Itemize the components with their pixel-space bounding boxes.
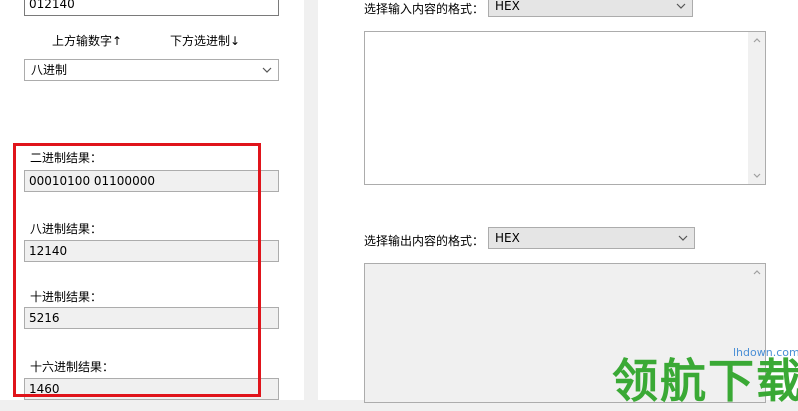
scroll-down-icon[interactable] bbox=[752, 171, 761, 180]
output-format-select[interactable]: HEX bbox=[488, 227, 695, 249]
highlight-box bbox=[13, 143, 261, 397]
base-select-value: 八进制 bbox=[31, 63, 68, 77]
output-format-value: HEX bbox=[495, 231, 520, 245]
chevron-down-icon bbox=[262, 60, 272, 80]
scroll-up-icon[interactable] bbox=[752, 36, 761, 45]
input-scrollbar[interactable] bbox=[748, 32, 765, 184]
down-select-hint: 下方选进制↓ bbox=[170, 34, 241, 48]
chevron-down-icon bbox=[678, 228, 688, 248]
input-format-value: HEX bbox=[495, 0, 520, 13]
scroll-up-icon[interactable] bbox=[752, 268, 761, 277]
input-textarea[interactable] bbox=[364, 31, 766, 185]
watermark-logo: 领航下载 bbox=[612, 354, 798, 408]
output-format-label: 选择输出内容的格式： bbox=[364, 234, 485, 248]
up-input-hint: 上方输数字↑ bbox=[52, 34, 123, 48]
base-select[interactable]: 八进制 bbox=[24, 59, 279, 81]
input-format-select[interactable]: HEX bbox=[488, 0, 693, 17]
number-input[interactable]: 012140 bbox=[24, 0, 279, 16]
chevron-down-icon bbox=[676, 0, 686, 16]
input-format-label: 选择输入内容的格式： bbox=[364, 2, 485, 16]
